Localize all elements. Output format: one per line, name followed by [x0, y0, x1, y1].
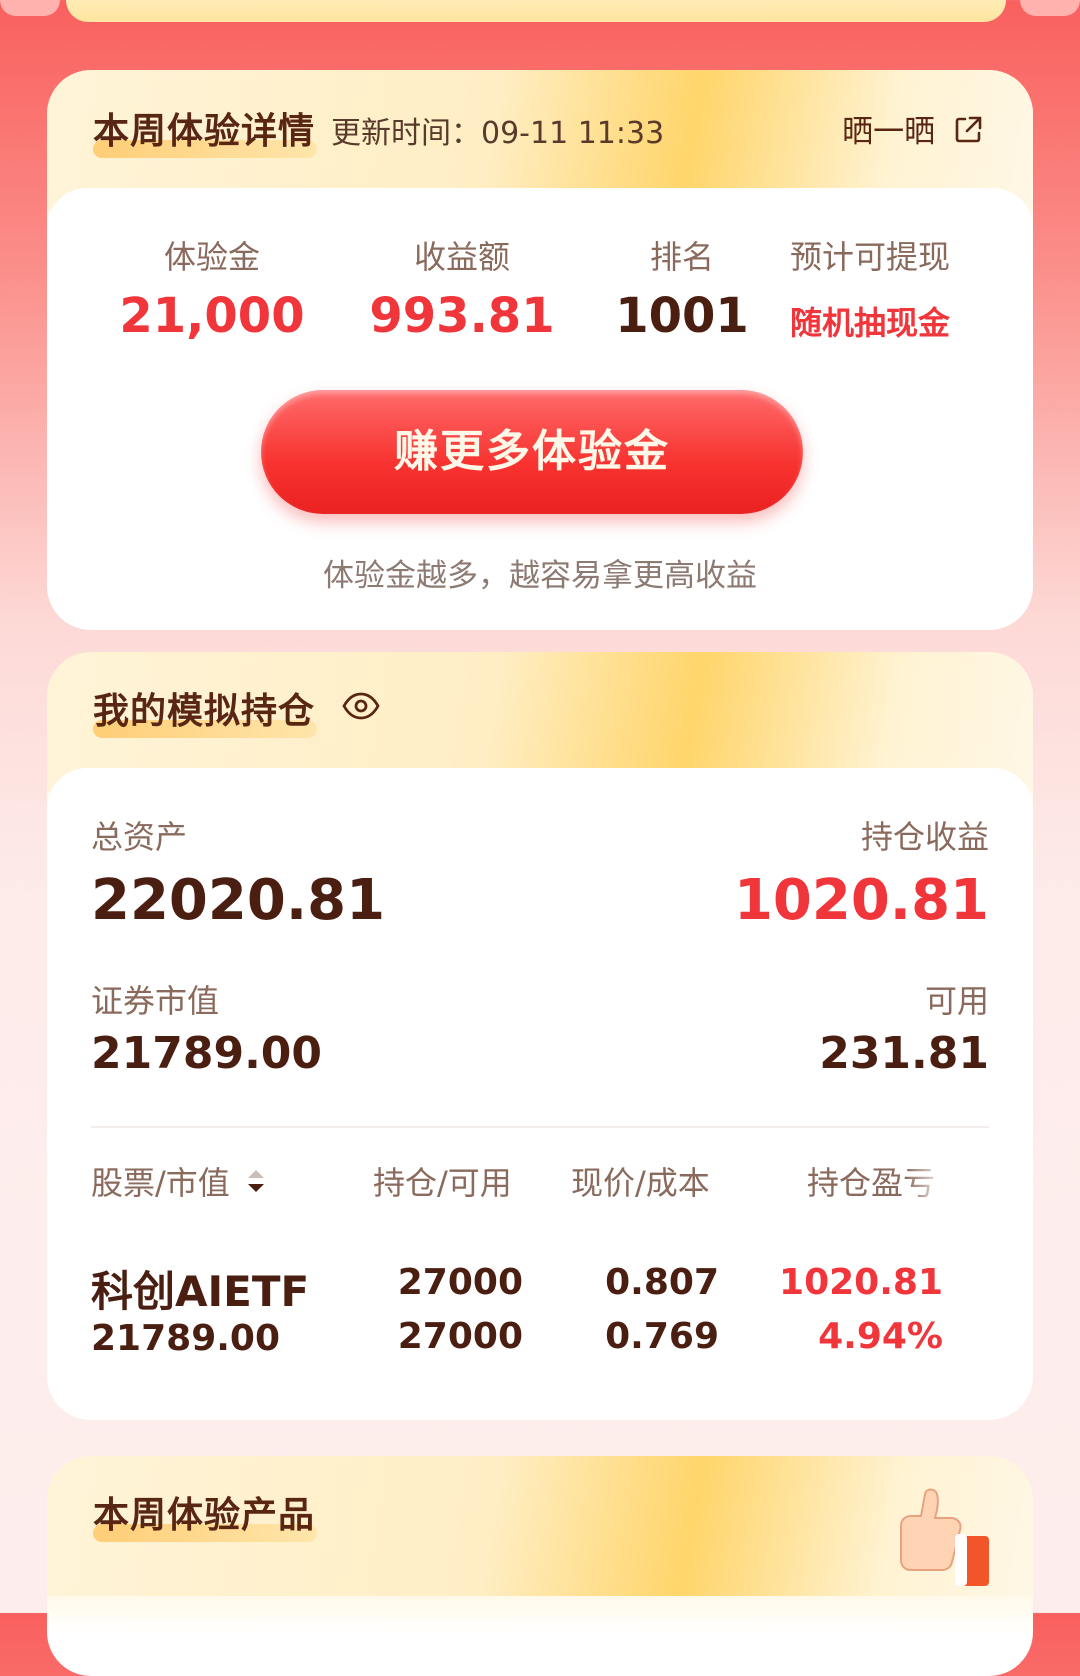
holding-pnl: 1020.81: [779, 1262, 943, 1303]
holding-quantity: 27000: [397, 1262, 523, 1303]
sort-icon: [244, 1165, 268, 1205]
column-header-pnl: 持仓盈亏: [807, 1164, 936, 1202]
available-value: 231.81: [819, 1028, 989, 1079]
stock-market-value: 21789.00: [91, 1318, 281, 1359]
stat-value-experience-fund: 21,000: [119, 288, 305, 344]
share-icon: [953, 115, 983, 153]
weekly-products-card: 本周体验产品: [47, 1456, 1033, 1676]
market-value-label: 证券市值: [91, 982, 220, 1020]
card-body: 总资产 22020.81 持仓收益 1020.81 证券市值 21789.00 …: [47, 768, 1033, 1420]
column-header-price: 现价/成本: [571, 1164, 710, 1202]
stock-name: 科创AIETF: [91, 1267, 310, 1316]
cost-price: 0.769: [605, 1316, 719, 1357]
column-header-stock-value[interactable]: 股票/市值: [91, 1158, 268, 1205]
stat-value-rank: 1001: [615, 288, 749, 344]
available-quantity: 27000: [397, 1316, 523, 1357]
share-label: 晒一晒: [842, 114, 936, 150]
table-row[interactable]: 科创AIETF 21789.00 27000 27000 0.807 0.769…: [47, 1248, 1033, 1378]
update-time: 更新时间：09-11 11:33: [331, 108, 664, 152]
divider: [91, 1126, 989, 1128]
earn-more-button[interactable]: 赚更多体验金: [261, 390, 803, 514]
market-value-value: 21789.00: [91, 1028, 323, 1079]
update-time-value: 09-11 11:33: [481, 116, 665, 151]
holding-profit-label: 持仓收益: [860, 818, 989, 856]
tip-text: 体验金越多，越容易拿更高收益: [323, 558, 757, 594]
column-header-holding: 持仓/可用: [373, 1164, 512, 1202]
eye-icon[interactable]: [341, 688, 381, 728]
stat-value-earnings: 993.81: [369, 288, 555, 344]
stat-label-earnings: 收益额: [413, 238, 510, 276]
total-assets-value: 22020.81: [91, 868, 386, 933]
top-tab-right: [1020, 0, 1080, 16]
current-price: 0.807: [605, 1262, 719, 1303]
column-header-label: 股票/市值: [91, 1164, 230, 1202]
share-button[interactable]: 晒一晒: [842, 106, 983, 153]
simulated-position-card: 我的模拟持仓 总资产 22020.81 持仓收益 1020.81 证券市值 21…: [47, 652, 1033, 1420]
update-prefix: 更新时间：: [331, 116, 481, 151]
total-assets-label: 总资产: [91, 818, 188, 856]
weekly-experience-card: 本周体验详情 更新时间：09-11 11:33 晒一晒 体验金 21,000 收…: [47, 70, 1033, 630]
top-tab-left: [0, 0, 60, 16]
holding-pnl-percent: 4.94%: [818, 1316, 943, 1357]
stat-value-withdrawable: 随机抽现金: [789, 304, 950, 342]
stat-label-experience-fund: 体验金: [163, 238, 260, 276]
top-banner: [66, 0, 1006, 22]
card-body: 体验金 21,000 收益额 993.81 排名 1001 预计可提现 随机抽现…: [47, 188, 1033, 630]
card-title: 本周体验详情: [93, 111, 316, 152]
thumbs-up-icon: [873, 1476, 993, 1586]
stat-label-withdrawable: 预计可提现: [789, 238, 950, 276]
card-title: 本周体验产品: [93, 1495, 316, 1536]
stat-label-rank: 排名: [649, 238, 714, 276]
available-label: 可用: [924, 982, 989, 1020]
holding-profit-value: 1020.81: [733, 868, 989, 933]
card-title: 我的模拟持仓: [93, 691, 316, 732]
